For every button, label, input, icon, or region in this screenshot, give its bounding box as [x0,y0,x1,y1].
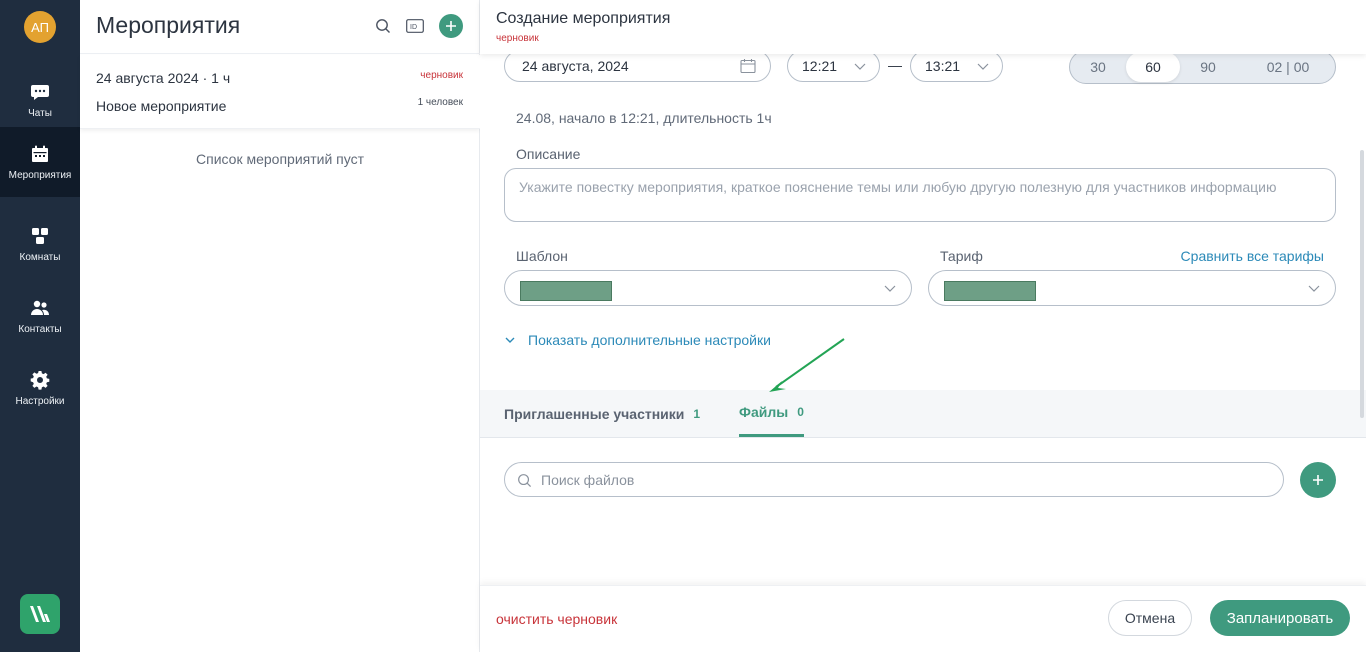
chevron-down-icon [505,337,515,343]
date-value: 24 августа, 2024 [522,58,629,74]
event-name: Новое мероприятие [96,98,227,114]
duration-segmented-control: 30 60 90 02 | 00 [1069,50,1336,84]
nav-item-contacts[interactable]: Контакты [0,281,80,351]
form-scrollbar[interactable] [1360,150,1364,418]
duration-option-custom[interactable]: 02 | 00 [1246,52,1330,82]
description-field[interactable]: Укажите повестку мероприятия, краткое по… [504,168,1336,222]
add-event-button[interactable] [439,14,463,38]
redacted-template-value [520,281,612,301]
form-header: Создание мероприятия черновик [480,0,1366,54]
nav-item-rooms[interactable]: Комнаты [0,209,80,279]
empty-list-message: Список мероприятий пуст [196,151,364,167]
events-list-header: Мероприятия ID [80,0,480,54]
nav-label-chats: Чаты [28,107,52,119]
tab-participants[interactable]: Приглашенные участники 1 [504,390,700,437]
event-status-badge: черновик [420,70,463,81]
add-file-button[interactable] [1300,462,1336,498]
tab-files-label: Файлы [739,404,789,420]
rooms-icon [32,227,48,244]
start-time-value: 12:21 [802,58,838,74]
duration-option-30[interactable]: 30 [1076,52,1120,82]
tab-files-count: 0 [797,405,804,419]
chevron-down-icon [884,285,896,292]
schedule-button[interactable]: Запланировать [1210,600,1350,636]
tariff-select[interactable] [928,270,1336,306]
duration-option-90[interactable]: 90 [1186,52,1230,82]
nav-item-events[interactable]: Мероприятия [0,127,80,197]
tab-participants-label: Приглашенные участники [504,405,685,422]
description-label: Описание [516,146,581,162]
search-icon[interactable] [373,16,393,36]
files-search-placeholder: Поиск файлов [541,471,635,488]
start-time-select[interactable]: 12:21 [787,50,880,82]
chevron-down-icon [1308,285,1320,292]
search-icon [518,474,532,488]
files-search-input[interactable]: Поиск файлов [504,462,1284,497]
end-time-value: 13:21 [925,58,961,74]
nav-item-chats[interactable]: Чаты [0,65,80,135]
nav-label-settings: Настройки [15,395,65,407]
chevron-down-icon [977,63,989,70]
event-time-summary: 24.08, начало в 12:21, длительность 1ч [516,110,772,126]
id-icon[interactable]: ID [405,16,425,36]
form-footer: очистить черновик Отмена Запланировать [480,585,1366,652]
duration-option-60[interactable]: 60 [1126,52,1180,82]
calendar-icon [740,59,756,74]
tab-participants-count: 1 [693,406,701,421]
cancel-button[interactable]: Отмена [1108,600,1192,636]
svg-text:ID: ID [410,24,417,31]
gear-icon [30,370,50,390]
event-date: 24 августа 2024 · 1 ч [96,70,231,86]
tabs-bar: Приглашенные участники 1 Файлы 0 [480,390,1366,438]
nav-label-contacts: Контакты [18,323,62,335]
events-list-panel: Мероприятия ID 24 августа 2024 · 1 ч чер… [80,0,480,652]
show-more-settings-label: Показать дополнительные настройки [528,332,771,348]
event-participants-count: 1 человек [417,97,463,108]
time-range-separator: — [888,57,902,73]
nav-label-events: Мероприятия [8,169,72,181]
nav-label-rooms: Комнаты [19,251,61,263]
calendar-icon [32,145,48,162]
chat-icon [31,84,49,100]
event-create-form: Создание мероприятия черновик 24 августа… [480,0,1366,652]
template-label: Шаблон [516,248,568,264]
clear-draft-link[interactable]: очистить черновик [496,611,617,627]
logo-mark [30,606,50,622]
tariff-label: Тариф [940,248,983,264]
event-list-item[interactable]: 24 августа 2024 · 1 ч черновик Новое мер… [80,55,480,129]
events-list-title: Мероприятия [96,12,241,38]
plus-icon [446,21,456,31]
draft-status-label: черновик [496,33,539,44]
app-logo-icon[interactable] [20,594,60,634]
show-more-settings-link[interactable]: Показать дополнительные настройки [504,332,771,348]
nav-item-settings[interactable]: Настройки [0,353,80,423]
chevron-down-icon [854,63,866,70]
tab-files[interactable]: Файлы 0 [739,390,804,437]
user-avatar[interactable]: АП [24,11,56,43]
end-time-select[interactable]: 13:21 [910,50,1003,82]
contacts-icon [31,300,49,315]
template-select[interactable] [504,270,912,306]
navigation-rail: АП Чаты Мероприятия Комнаты Контакты Нас… [0,0,80,652]
redacted-tariff-value [944,281,1036,301]
plus-icon [1313,475,1323,485]
page-title: Создание мероприятия [496,10,671,27]
compare-tariffs-link[interactable]: Сравнить все тарифы [1181,248,1324,264]
date-picker-field[interactable]: 24 августа, 2024 [504,50,771,82]
